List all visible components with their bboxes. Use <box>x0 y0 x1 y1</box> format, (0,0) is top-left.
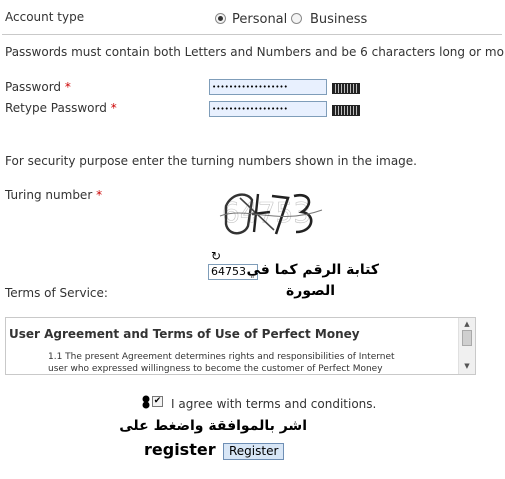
radio-selected-icon <box>215 13 226 24</box>
account-type-label: Account type <box>5 10 85 24</box>
scroll-thumb[interactable] <box>462 330 472 346</box>
svg-text:64753: 64753 <box>222 196 311 229</box>
retype-password-label: Retype Password * <box>5 101 117 115</box>
terms-scrollbar[interactable]: ▲ ▼ <box>458 318 475 374</box>
register-button[interactable]: Register <box>223 443 285 460</box>
password-notice: Passwords must contain both Letters and … <box>5 45 505 59</box>
register-annotation: register <box>144 440 216 459</box>
radio-unselected-icon <box>291 13 302 24</box>
password-input[interactable]: •••••••••••••••••• <box>209 79 327 95</box>
virtual-keyboard-icon[interactable] <box>332 105 360 116</box>
scroll-up-icon[interactable]: ▲ <box>459 318 475 330</box>
agree-label: I agree with terms and conditions. <box>171 397 377 411</box>
agree-checkbox[interactable]: ✔ <box>152 396 163 407</box>
account-type-business-label: Business <box>310 12 368 27</box>
security-notice: For security purpose enter the turning n… <box>5 154 417 168</box>
terms-text-line2: user who expressed willingness to become… <box>48 364 383 374</box>
refresh-icon[interactable]: ↻ <box>211 249 221 263</box>
pointer-mark-icon <box>141 395 151 409</box>
virtual-keyboard-icon[interactable] <box>332 83 360 94</box>
account-type-personal-label: Personal <box>232 12 288 27</box>
turing-annotation-line2: الصورة <box>286 283 335 299</box>
retype-password-input[interactable]: •••••••••••••••••• <box>209 101 327 117</box>
terms-label: Terms of Service: <box>5 286 108 300</box>
agree-annotation: اشر بالموافقة واضغط على <box>119 418 307 434</box>
terms-textbox[interactable]: User Agreement and Terms of Use of Perfe… <box>5 317 476 375</box>
turing-annotation-line1: كتابة الرقم كما في <box>246 262 379 278</box>
account-type-business-radio[interactable] <box>291 12 302 26</box>
terms-text-line1: 1.1 The present Agreement determines rig… <box>48 352 395 362</box>
password-label: Password * <box>5 80 71 94</box>
account-type-personal-radio[interactable] <box>215 12 226 26</box>
terms-title: User Agreement and Terms of Use of Perfe… <box>9 327 360 341</box>
captcha-image: 64753 <box>218 186 326 242</box>
divider <box>2 34 502 35</box>
turing-number-label: Turing number * <box>5 188 103 202</box>
scroll-down-icon[interactable]: ▼ <box>459 360 475 372</box>
